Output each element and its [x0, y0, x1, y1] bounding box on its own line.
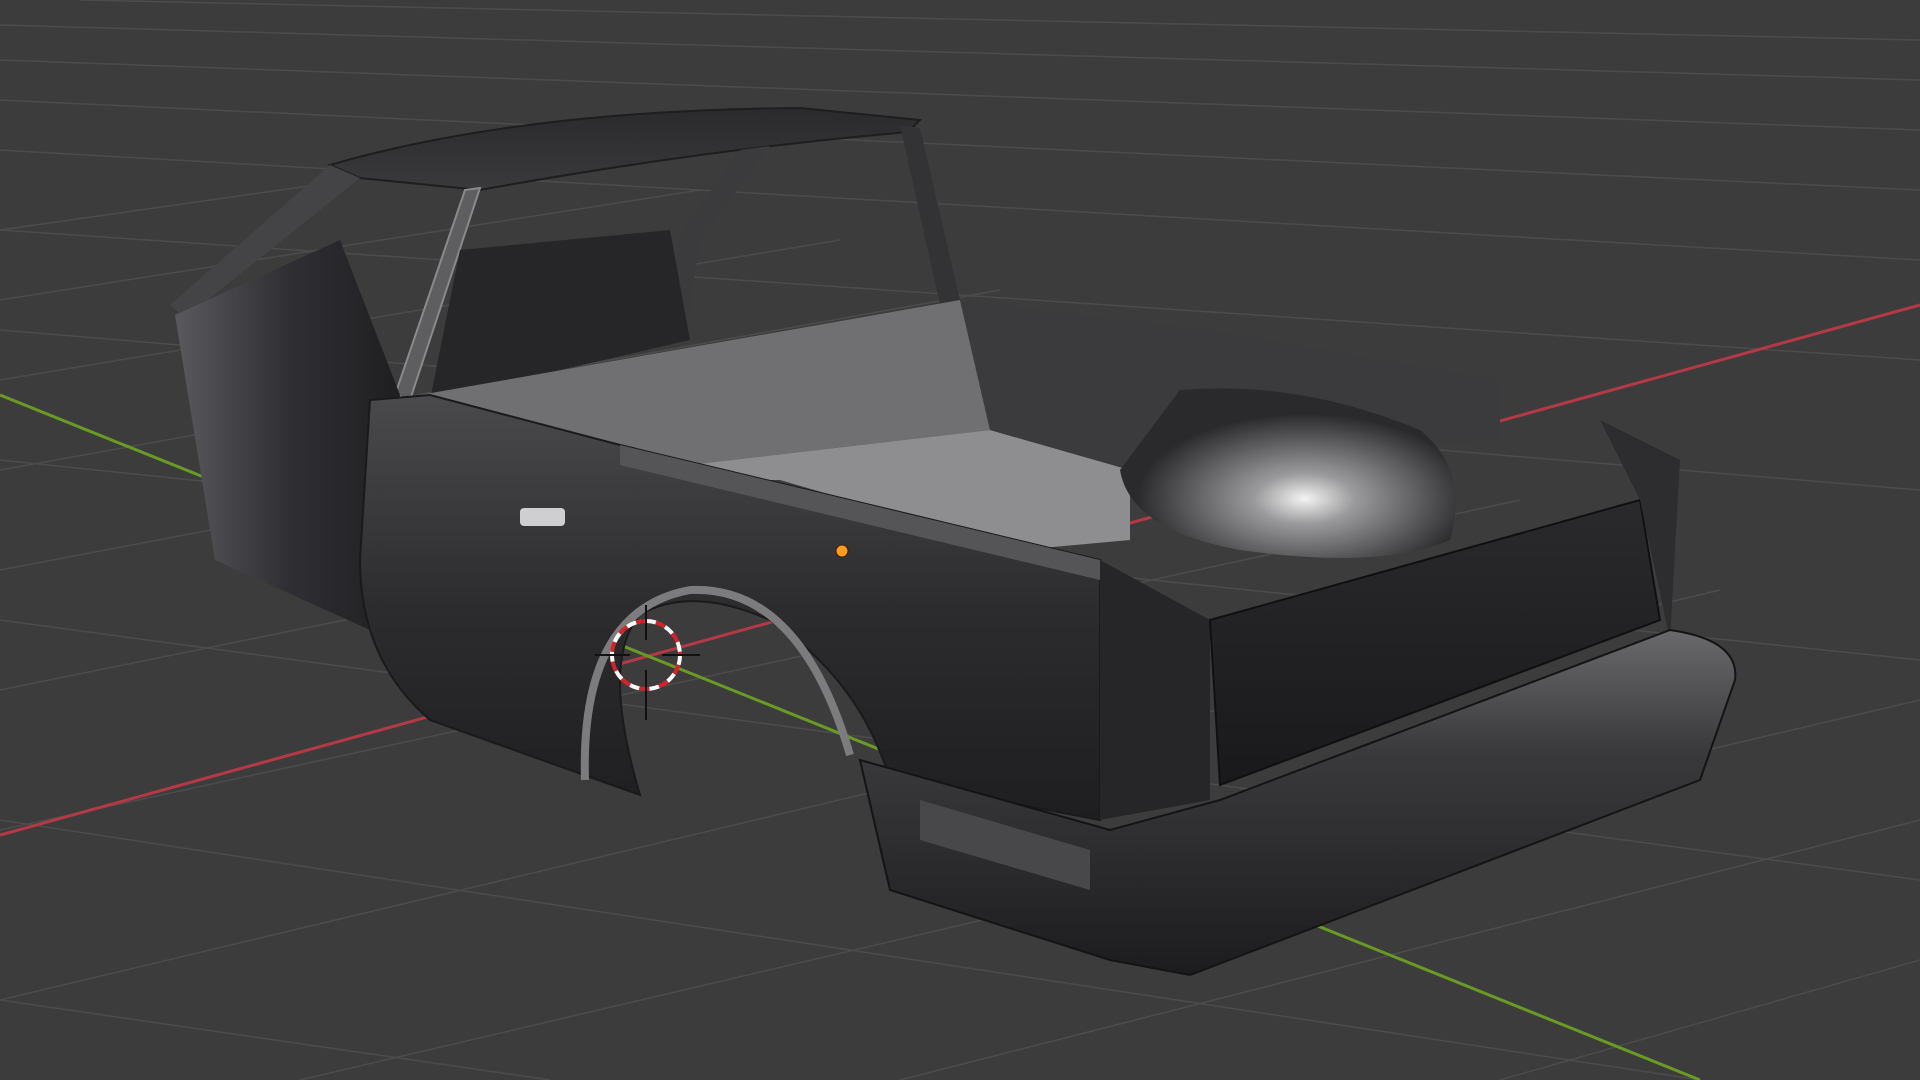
door-handle: [520, 508, 565, 526]
viewport-canvas[interactable]: [0, 0, 1920, 1080]
object-origin-dot[interactable]: [835, 544, 849, 558]
3d-viewport[interactable]: [0, 0, 1920, 1080]
c-pillar-right: [900, 125, 960, 305]
car-body-mesh[interactable]: [170, 106, 1737, 977]
rear-quarter: [1100, 560, 1210, 820]
